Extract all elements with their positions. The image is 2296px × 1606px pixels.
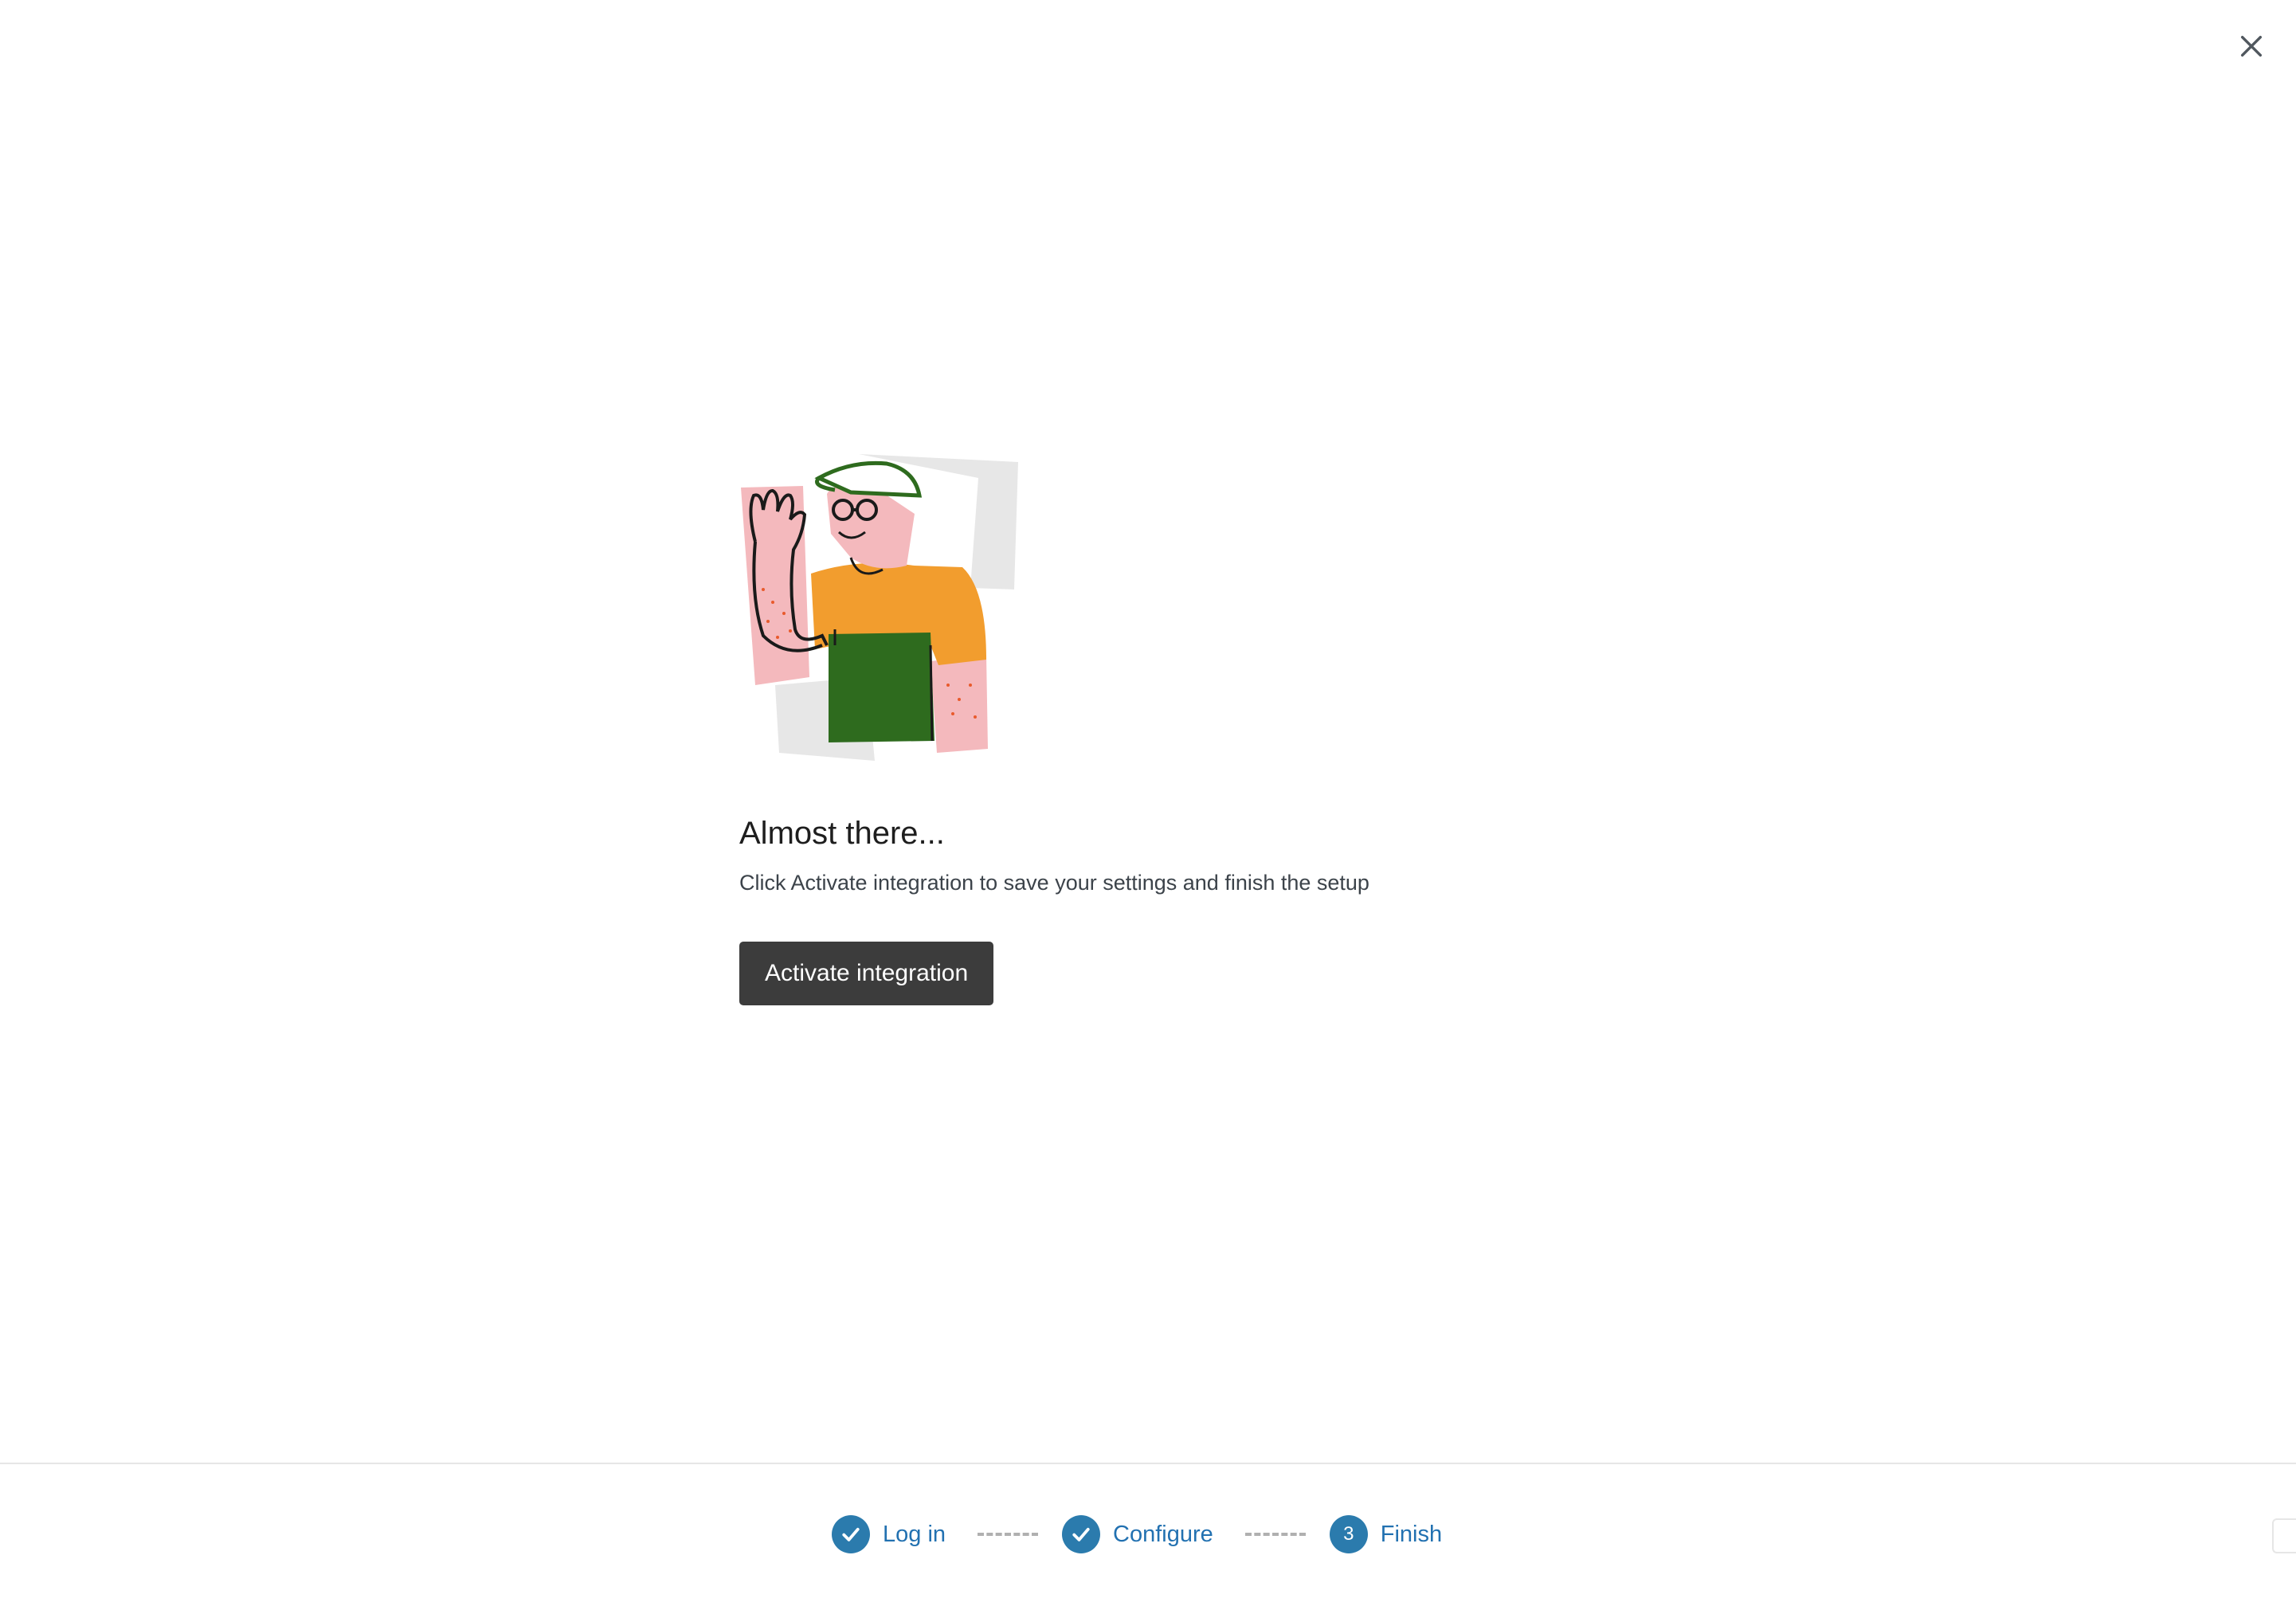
- close-icon: [2240, 35, 2263, 57]
- step-number-badge: 3: [1329, 1515, 1368, 1553]
- page-title: Almost there...: [739, 816, 945, 851]
- step-label: Finish: [1380, 1521, 1443, 1547]
- main-content: Almost there... Click Activate integrati…: [739, 446, 1536, 1005]
- checkmark-icon: [842, 1527, 860, 1541]
- footer: Log in Configure 3 Finish: [0, 1463, 2296, 1606]
- step-configure[interactable]: Configure: [1062, 1515, 1213, 1553]
- page-subtitle: Click Activate integration to save your …: [739, 871, 1369, 895]
- setup-wizard-page: Almost there... Click Activate integrati…: [0, 0, 2296, 1606]
- step-finish[interactable]: 3 Finish: [1329, 1515, 1443, 1553]
- close-button[interactable]: [2234, 29, 2269, 64]
- step-complete-badge: [1062, 1515, 1101, 1553]
- step-label: Configure: [1113, 1521, 1213, 1547]
- step-complete-badge: [832, 1515, 870, 1553]
- step-label: Log in: [883, 1521, 946, 1547]
- progress-stepper: Log in Configure 3 Finish: [832, 1514, 1442, 1555]
- activate-integration-button[interactable]: Activate integration: [739, 942, 994, 1005]
- side-panel-handle[interactable]: [2272, 1518, 2296, 1553]
- checkmark-icon: [1072, 1527, 1090, 1541]
- step-log-in[interactable]: Log in: [832, 1515, 946, 1553]
- step-separator: [978, 1533, 1039, 1536]
- person-waving-illustration: [741, 454, 1018, 761]
- step-separator: [1244, 1533, 1306, 1536]
